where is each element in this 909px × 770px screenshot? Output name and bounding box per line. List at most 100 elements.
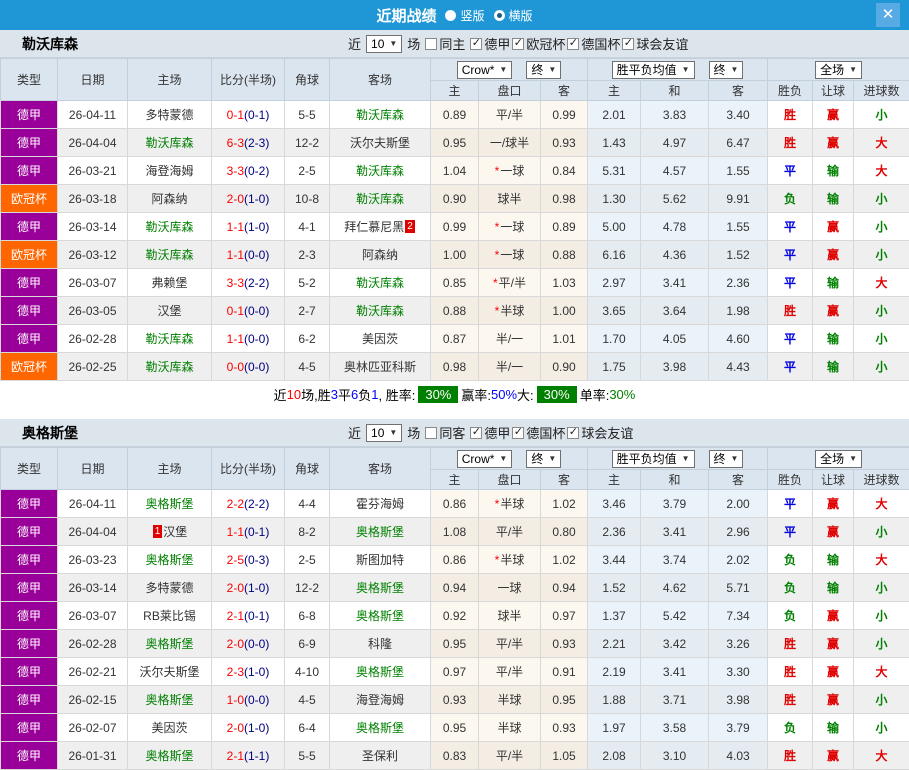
full-match-select[interactable]: 全场▼ [815, 450, 862, 468]
titlebar: 近期战绩 竖版 横版 ✕ [0, 0, 909, 30]
bookmaker-select[interactable]: Crow*▼ [457, 450, 513, 468]
away-team-name: 拜仁慕尼黑 [344, 220, 404, 234]
euro-away-odds: 2.96 [709, 518, 768, 546]
checkbox-icon[interactable] [425, 38, 437, 50]
layout-horizontal-option[interactable]: 横版 [494, 7, 533, 24]
euro-home-odds: 1.88 [588, 686, 641, 714]
league-filter-option[interactable]: 球会友谊 [622, 34, 688, 53]
date-cell: 26-02-07 [58, 714, 128, 742]
league-cell: 德甲 [1, 297, 58, 325]
handicap-line: 平/半 [479, 658, 541, 686]
match-row: 德甲26-02-07美因茨2-0(1-0)6-4奥格斯堡0.95半球0.931.… [1, 714, 909, 742]
asian-final-select[interactable]: 终▼ [526, 450, 561, 468]
handicap-line: *平/半 [479, 269, 541, 297]
match-count-select[interactable]: 10▼ [366, 35, 402, 53]
euro-draw-odds: 3.41 [641, 518, 709, 546]
away-team-name: 霍芬海姆 [356, 497, 404, 511]
handicap-result-cell: 赢 [813, 213, 854, 241]
score-cell: 2-0(1-0) [212, 714, 285, 742]
col-score: 比分(半场) [212, 448, 285, 490]
league-filter-option[interactable]: 欧冠杯 [512, 34, 565, 53]
away-team-name: 奥格斯堡 [356, 609, 404, 623]
home-team-name: 汉堡 [157, 304, 181, 318]
layout-vertical-option[interactable]: 竖版 [445, 7, 484, 24]
match-row: 欧冠杯26-03-12勒沃库森1-1(0-0)2-3阿森纳1.00*一球0.88… [1, 241, 909, 269]
match-count-select[interactable]: 10▼ [366, 424, 402, 442]
close-button[interactable]: ✕ [876, 3, 900, 27]
checkbox-icon[interactable] [567, 38, 579, 50]
handicap-line: 一/球半 [479, 129, 541, 157]
checkbox-icon[interactable] [567, 427, 579, 439]
euro-final-select[interactable]: 终▼ [709, 61, 744, 79]
euro-home-odds: 5.31 [588, 157, 641, 185]
radio-icon[interactable] [445, 10, 456, 21]
section-header-team2: 奥格斯堡 近 10▼ 场 同客 德甲德国杯球会友谊 [0, 419, 909, 447]
checkbox-icon[interactable] [470, 38, 482, 50]
handicap-line: 半球 [479, 714, 541, 742]
euro-away-odds: 4.60 [709, 325, 768, 353]
asian-home-odds: 0.86 [431, 546, 479, 574]
halftime-score: (0-1) [244, 525, 269, 539]
home-cell: 沃尔夫斯堡 [128, 658, 212, 686]
radio-icon[interactable] [494, 10, 505, 21]
asian-away-odds: 0.90 [541, 353, 588, 381]
euro-final-select[interactable]: 终▼ [709, 450, 744, 468]
handicap-result-cell: 输 [813, 185, 854, 213]
chevron-down-icon: ▼ [682, 452, 690, 466]
same-venue-filter[interactable]: 同主 [425, 34, 465, 53]
line-changed-marker: * [495, 248, 500, 262]
checkbox-icon[interactable] [425, 427, 437, 439]
away-cell: 阿森纳 [330, 241, 431, 269]
col-corner: 角球 [285, 448, 330, 490]
checkbox-icon[interactable] [512, 427, 524, 439]
handicap-result-cell: 赢 [813, 490, 854, 518]
league-filter-option[interactable]: 德甲 [470, 423, 510, 442]
league-cell: 德甲 [1, 518, 58, 546]
asian-away-odds: 0.84 [541, 157, 588, 185]
summary-text: 负 [358, 385, 371, 404]
asian-home-odds: 0.83 [431, 742, 479, 770]
asian-away-odds: 0.98 [541, 185, 588, 213]
asian-home-odds: 1.00 [431, 241, 479, 269]
same-venue-filter[interactable]: 同客 [425, 423, 465, 442]
league-cell: 德甲 [1, 490, 58, 518]
home-team-name: 海登海姆 [145, 164, 193, 178]
league-filter-option[interactable]: 德甲 [470, 34, 510, 53]
halftime-score: (0-0) [244, 693, 269, 707]
asian-away-odds: 0.88 [541, 241, 588, 269]
summary-text: 3 [331, 387, 338, 402]
result-cell: 平 [768, 269, 813, 297]
full-match-select[interactable]: 全场▼ [815, 61, 862, 79]
chevron-down-icon: ▼ [731, 452, 739, 466]
avg-odds-select[interactable]: 胜平负均值▼ [612, 61, 695, 79]
handicap-line: 平/半 [479, 101, 541, 129]
euro-draw-odds: 5.62 [641, 185, 709, 213]
summary-text: 近 [274, 385, 287, 404]
checkbox-icon[interactable] [622, 38, 634, 50]
fulltime-score: 6-3 [227, 136, 244, 150]
euro-draw-odds: 3.71 [641, 686, 709, 714]
league-filter-option[interactable]: 德国杯 [512, 423, 565, 442]
avg-odds-select[interactable]: 胜平负均值▼ [612, 450, 695, 468]
asian-away-odds: 0.91 [541, 658, 588, 686]
euro-home-odds: 3.44 [588, 546, 641, 574]
goals-result-cell: 大 [854, 546, 909, 574]
match-row: 德甲26-03-21海登海姆3-3(0-2)2-5勒沃库森1.04*一球0.84… [1, 157, 909, 185]
checkbox-icon[interactable] [470, 427, 482, 439]
handicap-line: *一球 [479, 241, 541, 269]
score-cell: 3-3(2-2) [212, 269, 285, 297]
asian-away-odds: 0.93 [541, 630, 588, 658]
corner-cell: 10-8 [285, 185, 330, 213]
home-team-name: 多特蒙德 [145, 108, 193, 122]
score-cell: 2-1(0-1) [212, 602, 285, 630]
league-filter-option[interactable]: 德国杯 [567, 34, 620, 53]
col-corner: 角球 [285, 59, 330, 101]
checkbox-icon[interactable] [512, 38, 524, 50]
league-filter-option[interactable]: 球会友谊 [567, 423, 633, 442]
league-filter-label: 球会友谊 [581, 423, 633, 442]
home-cell: 勒沃库森 [128, 325, 212, 353]
asian-final-select[interactable]: 终▼ [526, 61, 561, 79]
summary-text: , 胜率: [379, 385, 416, 404]
bookmaker-select[interactable]: Crow*▼ [457, 61, 513, 79]
score-cell: 2-3(1-0) [212, 658, 285, 686]
